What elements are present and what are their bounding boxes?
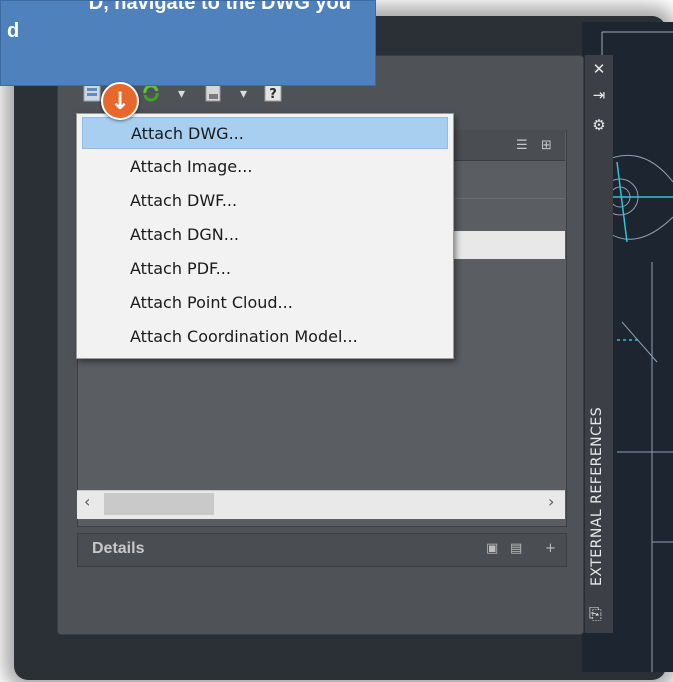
attach-dropdown-menu: Attach DWG... Attach Image... Attach DWF… [76, 113, 454, 359]
autohide-icon[interactable]: ⇥ [591, 87, 607, 103]
details-label: Details [92, 540, 145, 557]
details-image-icon[interactable]: ▤ [510, 541, 522, 556]
menu-item-attach-dwg[interactable]: Attach DWG... [82, 117, 448, 149]
menu-item-attach-dgn[interactable]: Attach DGN... [82, 219, 448, 251]
menu-item-attach-point-cloud[interactable]: Attach Point Cloud... [82, 287, 448, 319]
scroll-right-icon[interactable]: › [548, 492, 554, 511]
close-icon[interactable]: ✕ [591, 61, 607, 77]
menu-item-attach-coordination-model[interactable]: Attach Coordination Model... [82, 321, 448, 353]
details-preview-icon[interactable]: ▣ [486, 541, 498, 556]
menu-item-attach-dwf[interactable]: Attach DWF... [82, 185, 448, 217]
menu-item-attach-pdf[interactable]: Attach PDF... [82, 253, 448, 285]
scrollbar-thumb[interactable] [104, 493, 214, 515]
callout-line-1: D, navigate to the DWG you [88, 0, 351, 14]
scroll-left-icon[interactable]: ‹ [84, 492, 90, 511]
callout-line-2: d [7, 20, 20, 42]
expand-icon[interactable]: + [545, 541, 556, 556]
palette-title: EXTERNAL REFERENCES [589, 406, 605, 586]
tree-view-icon[interactable]: ⊞ [541, 138, 552, 153]
svg-text:?: ? [269, 87, 277, 102]
refresh-dropdown-icon[interactable]: ▾ [178, 86, 190, 110]
list-view-icon[interactable]: ☰ [516, 138, 528, 153]
properties-icon[interactable]: ⚙ [591, 117, 607, 133]
step-arrow-marker: ↓ [101, 82, 139, 120]
path-dropdown-icon[interactable]: ▾ [240, 86, 252, 110]
menu-item-attach-image[interactable]: Attach Image... [82, 151, 448, 183]
table-row[interactable] [448, 231, 565, 259]
palette-pin-icon[interactable]: ⎘ [589, 604, 609, 626]
instruction-callout: D, navigate to the DWG you d [0, 0, 376, 86]
